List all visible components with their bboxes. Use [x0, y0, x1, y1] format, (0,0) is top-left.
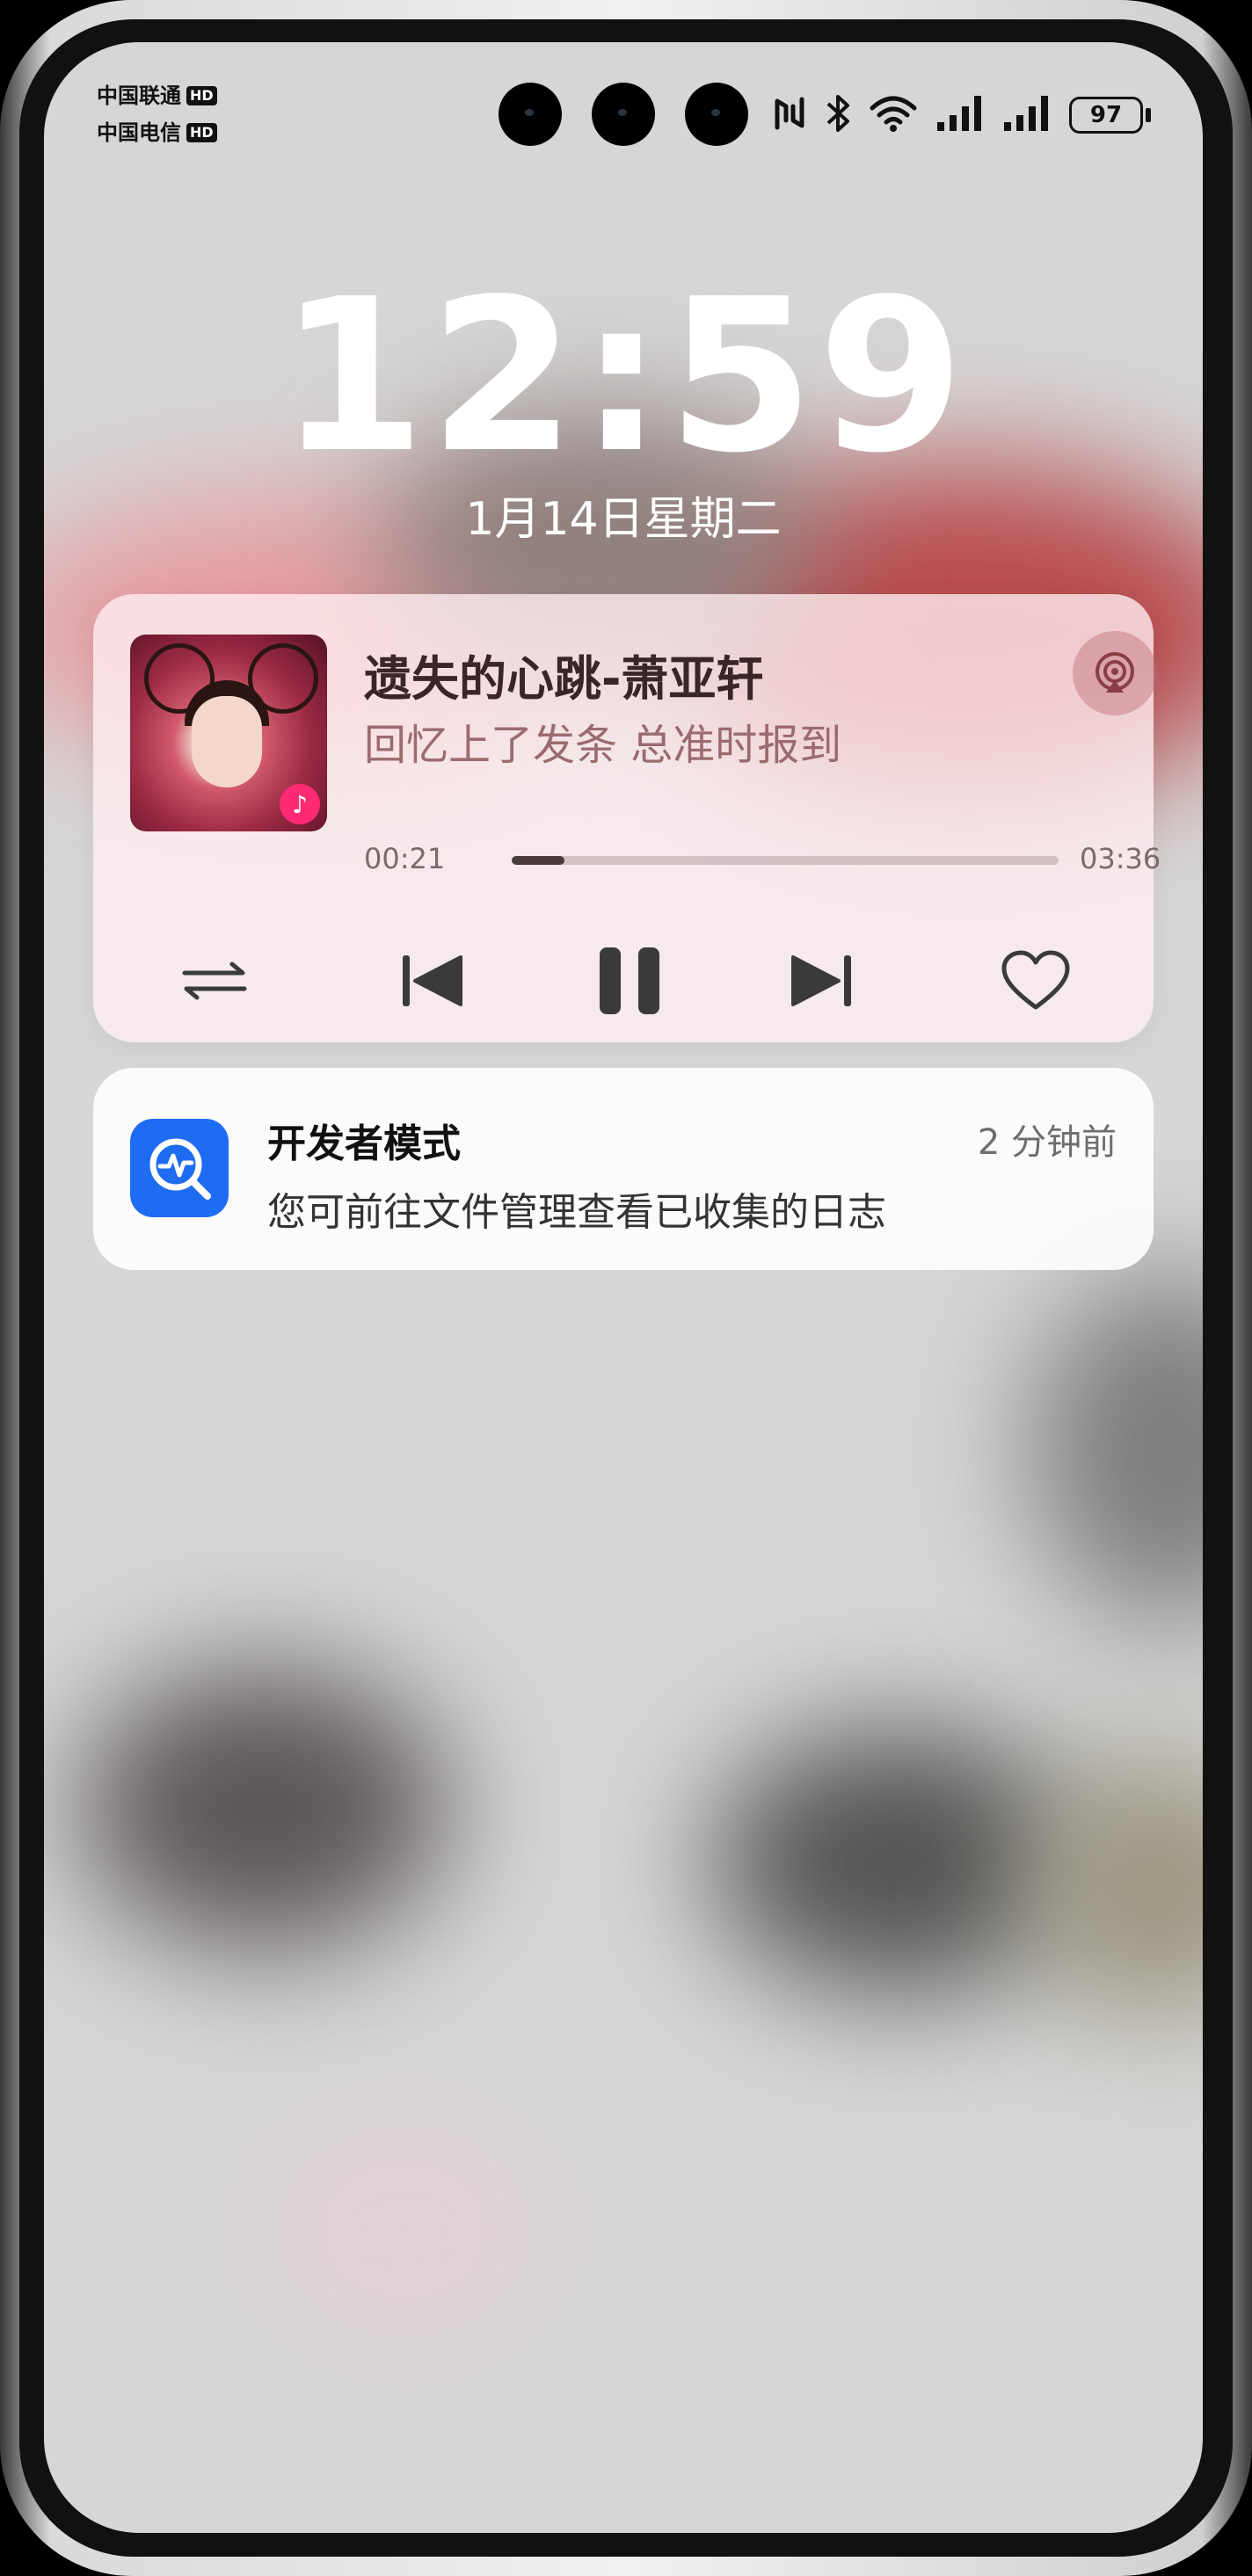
notification-title: 开发者模式 [267, 1121, 461, 1166]
carrier-info: 中国联通 HD 中国电信 HD [97, 77, 217, 151]
wallpaper-blur [79, 1668, 448, 1949]
signal-icon [1002, 94, 1052, 136]
notification-card[interactable]: 开发者模式 2 分钟前 您可前往文件管理查看已收集的日志 [93, 1068, 1154, 1270]
repeat-icon [182, 961, 247, 1000]
pause-icon [600, 947, 659, 1014]
developer-mode-app-icon [130, 1119, 229, 1217]
carrier-1-label: 中国联通 [97, 83, 181, 108]
previous-button[interactable] [380, 928, 485, 1034]
lockscreen-date: 1月14日星期二 [465, 493, 782, 546]
pause-button[interactable] [577, 928, 682, 1034]
notification-body: 您可前往文件管理查看已收集的日志 [267, 1190, 886, 1235]
progress-bar[interactable] [512, 856, 1059, 865]
lock-screen: 中国联通 HD 中国电信 HD 97 12:59 1月14日星期二 ♪ 遗失的心… [44, 42, 1203, 2533]
hd-badge: HD [186, 86, 217, 105]
bluetooth-icon [825, 93, 851, 137]
nfc-icon [772, 94, 807, 136]
battery-icon: 97 [1069, 97, 1151, 134]
album-art[interactable]: ♪ [130, 635, 327, 831]
song-lyric: 回忆上了发条 总准时报到 [364, 721, 842, 770]
song-title: 遗失的心跳-萧亚轩 [364, 651, 764, 707]
playback-controls [93, 928, 1154, 1034]
music-player-card[interactable]: ♪ 遗失的心跳-萧亚轩 回忆上了发条 总准时报到 00:21 03:36 [93, 594, 1161, 1042]
repeat-button[interactable] [162, 928, 267, 1034]
current-time: 00:21 [364, 842, 446, 875]
audio-output-button[interactable] [1073, 631, 1157, 715]
progress-fill [512, 856, 565, 865]
carrier-2-label: 中国电信 [97, 120, 181, 145]
status-icons: 97 [772, 93, 1151, 137]
next-button[interactable] [768, 928, 874, 1034]
music-app-badge-icon: ♪ [280, 784, 320, 824]
previous-icon [403, 955, 462, 1006]
wallpaper-blur [1029, 1273, 1203, 1624]
wallpaper-blur [712, 1730, 1081, 1993]
wifi-icon [869, 94, 918, 136]
favorite-button[interactable] [983, 928, 1088, 1034]
wallpaper-blur [273, 2134, 536, 2327]
cast-icon [1096, 652, 1134, 693]
camera-cutout [592, 83, 655, 146]
duration: 03:36 [1080, 842, 1161, 875]
signal-icon [935, 94, 985, 136]
camera-cutout [499, 83, 562, 146]
camera-cutout [685, 83, 748, 146]
next-icon [791, 955, 851, 1006]
heart-icon [1001, 950, 1070, 1010]
album-art-detail [192, 696, 262, 787]
hd-badge: HD [186, 123, 217, 142]
camera-cutouts [499, 83, 748, 146]
lockscreen-clock: 12:59 [279, 253, 968, 499]
notification-time: 2 分钟前 [977, 1122, 1117, 1163]
